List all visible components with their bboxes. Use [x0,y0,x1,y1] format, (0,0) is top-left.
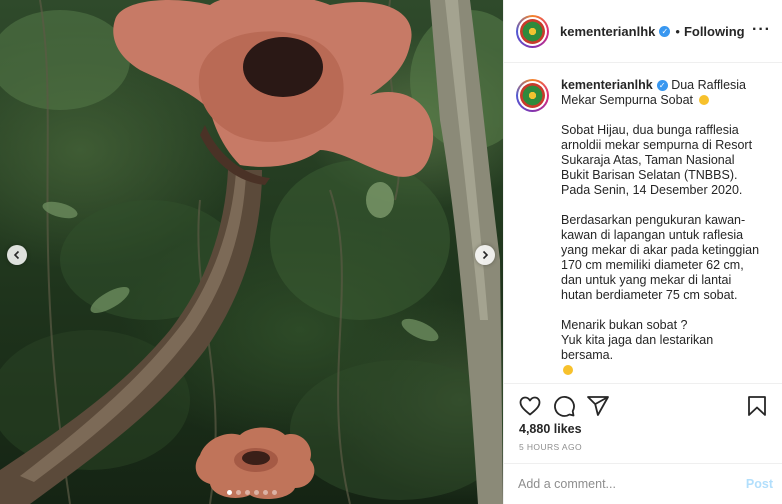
comment-bar: Post [504,463,782,504]
post-side-panel: kementerianlhk ✓ • Following ··· kemente… [503,0,782,504]
header-username[interactable]: kementerianlhk [560,24,655,39]
comment-icon[interactable] [552,394,576,418]
caption-line: Menarik bukan sobat ? [561,318,688,332]
previous-slide-button[interactable] [7,245,27,265]
caption-paragraph: Menarik bukan sobat ? Yuk kita jaga dan … [561,318,761,378]
chevron-left-icon [13,250,20,260]
likes-count[interactable]: 4,880 likes [519,422,582,436]
smiling-face-emoji-icon [698,95,709,105]
carousel-dot [271,490,277,495]
post-comment-button[interactable]: Post [746,477,773,491]
klhk-logo [520,83,545,108]
carousel-dot [244,490,250,495]
post-header: kementerianlhk ✓ • Following ··· [504,0,782,63]
next-slide-button[interactable] [475,245,495,265]
carousel-dot [262,490,268,495]
carousel-dot [226,490,232,495]
caption-paragraph: Sobat Hijau, dua bunga rafflesia arnoldi… [561,123,753,197]
avatar[interactable] [516,14,549,48]
verified-badge-icon: ✓ [659,25,671,37]
heart-icon[interactable] [518,394,542,418]
header-separator: • [675,23,680,39]
carousel-dot [253,490,259,495]
post-caption: kementerianlhk ✓ Dua Rafflesia Mekar Semp… [504,63,782,383]
following-button[interactable]: Following [684,24,745,39]
caption-title-line: kementerianlhk ✓ Dua Rafflesia Mekar Semp… [561,78,761,108]
carousel-dot [235,490,241,495]
post-photo[interactable] [0,0,503,504]
caption-line: Yuk kita jaga dan lestarikan bersama. [561,333,714,362]
verified-badge-icon: ✓ [656,80,668,91]
caption-avatar[interactable] [516,79,549,112]
klhk-logo [520,18,545,44]
caption-username[interactable]: kementerianlhk [561,78,653,92]
comment-input[interactable] [518,477,746,491]
paper-plane-icon[interactable] [586,394,610,418]
rafflesia-photo-illustration [0,0,503,504]
caption-body: kementerianlhk ✓ Dua Rafflesia Mekar Semp… [561,78,761,383]
carousel-indicator [0,490,503,495]
chevron-right-icon [482,250,489,260]
caption-paragraph: Berdasarkan pengukuran kawan-kawan di la… [561,213,760,302]
bookmark-icon[interactable] [745,394,769,418]
post-timestamp[interactable]: 5 HOURS AGO [519,442,582,452]
post-actions: 4,880 likes 5 HOURS AGO [504,383,782,463]
smiling-face-emoji-icon [563,365,573,375]
more-options-icon[interactable]: ··· [752,22,771,38]
